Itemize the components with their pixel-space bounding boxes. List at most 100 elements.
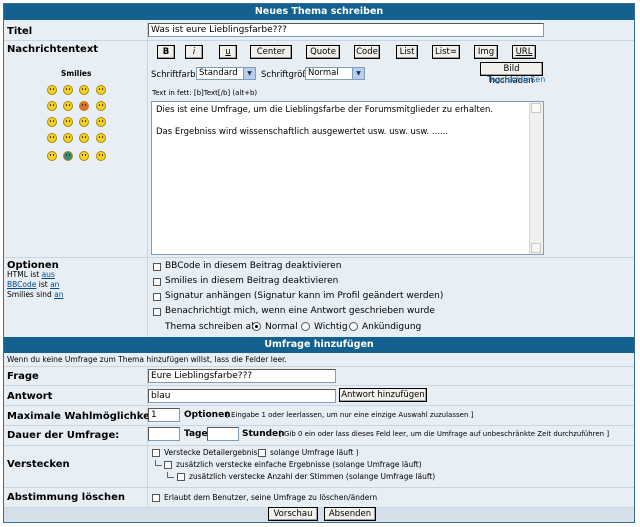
thema-wichtig-radio[interactable]: [301, 322, 310, 331]
verstecken-text: Verstecke Detailergebnis (: [164, 448, 263, 457]
umfrage-header: Umfrage hinzufügen: [4, 337, 634, 353]
divider: [4, 257, 634, 258]
smiley-icon[interactable]: [63, 133, 73, 143]
divider: [4, 366, 634, 367]
smiley-icon[interactable]: [63, 85, 73, 95]
smiley-icon[interactable]: [96, 117, 106, 127]
scroll-up-icon[interactable]: [531, 103, 541, 113]
max-unit: Optionen: [184, 410, 231, 420]
code-button[interactable]: Code: [354, 45, 380, 59]
smiley-icon[interactable]: [47, 117, 57, 127]
vorschau-button[interactable]: Vorschau: [268, 507, 318, 521]
smiley-icon[interactable]: [79, 85, 89, 95]
dauer-tage-input[interactable]: [148, 427, 180, 441]
loeschen-checkbox[interactable]: [152, 494, 160, 502]
center-button[interactable]: Center: [250, 45, 292, 59]
solange-laeuft-checkbox[interactable]: [258, 449, 266, 457]
smiley-icon[interactable]: [47, 101, 57, 111]
list-numbered-button[interactable]: List=: [432, 45, 460, 59]
antwort-input[interactable]: [148, 389, 336, 403]
verstecken-label: Verstecken: [7, 459, 70, 470]
form-header: Neues Thema schreiben: [4, 4, 634, 20]
message-textarea[interactable]: Dies ist eine Umfrage, um die Lieblingsf…: [151, 101, 544, 255]
schriftfarbe-select[interactable]: Standard ▼: [196, 67, 256, 80]
dauer-label: Dauer der Umfrage:: [7, 430, 120, 441]
html-text: HTML ist: [7, 270, 40, 279]
dauer-stunden-input[interactable]: [207, 427, 239, 441]
disable-smilies-checkbox[interactable]: [153, 278, 161, 286]
bbcode-state: an: [50, 280, 60, 289]
max-input[interactable]: [148, 408, 180, 422]
attach-signature-checkbox[interactable]: [153, 293, 161, 301]
smiley-icon[interactable]: [47, 151, 57, 161]
dauer-tage-unit: Tage: [184, 429, 208, 439]
divider: [4, 445, 634, 446]
divider: [4, 487, 634, 488]
smiley-icon[interactable]: [79, 151, 89, 161]
message-line: Dies ist eine Umfrage, um die Lieblingsf…: [156, 105, 494, 115]
smiley-icon[interactable]: [63, 151, 73, 161]
tree-connector: [155, 460, 162, 466]
bold-button[interactable]: B: [157, 45, 175, 59]
post-form: Neues Thema schreiben Titel Nachrichtent…: [3, 3, 635, 523]
divider: [4, 425, 634, 426]
divider: [4, 385, 634, 386]
thema-option: Wichtig: [314, 322, 348, 332]
list-button[interactable]: List: [396, 45, 418, 59]
scrollbar[interactable]: [529, 102, 543, 254]
divider: [4, 40, 634, 41]
antwort-hinzufuegen-button[interactable]: Antwort hinzufügen: [339, 388, 427, 402]
tree-connector: [167, 472, 174, 478]
smiley-icon[interactable]: [79, 101, 89, 111]
nachricht-label: Nachrichtentext: [7, 44, 99, 55]
titel-input[interactable]: [148, 23, 544, 37]
quote-button[interactable]: Quote: [306, 45, 340, 59]
scroll-down-icon[interactable]: [531, 243, 541, 253]
img-button[interactable]: Img: [474, 45, 498, 59]
tags-schliessen-link[interactable]: Tags schließen: [487, 75, 545, 84]
antwort-label: Antwort: [7, 391, 53, 402]
italic-button[interactable]: i: [185, 45, 203, 59]
disable-bbcode-checkbox[interactable]: [153, 263, 161, 271]
smiley-icon[interactable]: [47, 133, 57, 143]
smiley-icon[interactable]: [63, 101, 73, 111]
thema-ankuendigung-radio[interactable]: [349, 322, 358, 331]
thema-option: Normal: [265, 322, 298, 332]
html-status: HTML ist aus: [7, 270, 55, 279]
smilies-text: Smilies sind: [7, 290, 52, 299]
dauer-hint: [ Gib 0 ein oder lass dieses Feld leer, …: [279, 430, 610, 438]
verstecke-anzahl-checkbox[interactable]: [177, 473, 185, 481]
loeschen-label: Abstimmung löschen: [7, 492, 125, 503]
notify-checkbox[interactable]: [153, 308, 161, 316]
schriftgroesse-select[interactable]: Normal ▼: [305, 67, 365, 80]
smiley-icon[interactable]: [96, 133, 106, 143]
option-label: Smilies in diesem Beitrag deaktivieren: [165, 276, 339, 286]
absenden-button[interactable]: Absenden: [324, 507, 376, 521]
bbcode-link[interactable]: BBCode: [7, 280, 36, 289]
smiley-icon[interactable]: [63, 117, 73, 127]
verstecken-text: solange Umfrage läuft ): [270, 448, 359, 457]
max-hint: [ Eingabe 1 oder leerlassen, um nur eine…: [226, 411, 474, 419]
verstecken-text: zusätzlich verstecke Anzahl der Stimmen …: [189, 472, 436, 481]
thema-option: Ankündigung: [362, 322, 422, 332]
frage-label: Frage: [7, 371, 39, 382]
smiley-icon[interactable]: [96, 85, 106, 95]
url-button[interactable]: URL: [512, 45, 536, 59]
thema-label: Thema schreiben als:: [165, 322, 262, 332]
schriftgroesse-value: Normal: [308, 68, 339, 78]
underline-button[interactable]: u: [219, 45, 237, 59]
bild-hochladen-button[interactable]: Bild hochladen: [480, 62, 543, 86]
verstecke-einfach-checkbox[interactable]: [164, 461, 172, 469]
smiley-icon[interactable]: [96, 101, 106, 111]
smiley-icon[interactable]: [47, 85, 57, 95]
titel-label: Titel: [7, 26, 33, 37]
smilies-state: an: [54, 290, 64, 299]
smiley-icon[interactable]: [96, 151, 106, 161]
thema-normal-radio[interactable]: [252, 322, 261, 331]
option-label: Benachrichtigt mich, wenn eine Antwort g…: [165, 306, 435, 316]
frage-input[interactable]: [148, 369, 336, 383]
smiley-icon[interactable]: [79, 117, 89, 127]
verstecke-detail-checkbox[interactable]: [152, 449, 160, 457]
smiley-icon[interactable]: [79, 133, 89, 143]
